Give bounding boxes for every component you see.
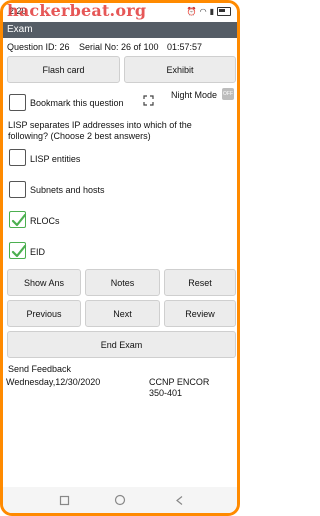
option-label-3: RLOCs [30, 216, 60, 226]
night-mode-toggle[interactable]: OFF [222, 88, 234, 100]
fullscreen-icon[interactable] [143, 93, 154, 111]
end-exam-button[interactable]: End Exam [7, 331, 236, 358]
option-checkbox-3[interactable] [9, 211, 27, 228]
option-checkbox-4[interactable] [9, 242, 27, 259]
question-id: Question ID: 26 [7, 42, 70, 52]
battery-icon [217, 7, 231, 16]
date-text: Wednesday,12/30/2020 [6, 377, 101, 387]
exhibit-button[interactable]: Exhibit [124, 56, 236, 83]
app-title-bar: Exam [3, 22, 237, 38]
next-button[interactable]: Next [85, 300, 160, 327]
question-text: LISP separates IP addresses into which o… [8, 120, 192, 141]
signal-icon: ▮ [209, 7, 214, 16]
option-checkbox-1[interactable] [9, 149, 26, 166]
option-label-2: Subnets and hosts [30, 185, 105, 195]
send-feedback-link[interactable]: Send Feedback [8, 364, 71, 374]
option-label-4: EID [30, 247, 46, 257]
status-icons: ⏰ ◠ ▮ [187, 7, 231, 16]
review-button[interactable]: Review [164, 300, 236, 327]
notes-button[interactable]: Notes [85, 269, 160, 296]
timer: 01:57:57 [167, 42, 203, 52]
phone-frame: 2:20 hackerbeat.org ⏰ ◠ ▮ Exam Question … [0, 0, 240, 516]
exam-name: CCNP ENCOR [149, 377, 210, 387]
bookmark-checkbox[interactable] [9, 94, 26, 111]
flash-card-button[interactable]: Flash card [7, 56, 120, 83]
serial-number: Serial No: 26 of 100 [79, 42, 159, 52]
bookmark-label: Bookmark this question [30, 98, 124, 108]
android-nav-bar [3, 487, 237, 513]
reset-button[interactable]: Reset [164, 269, 236, 296]
recent-apps-icon[interactable] [59, 493, 70, 511]
checkmark-icon [11, 213, 27, 227]
exam-code: 350-401 [149, 388, 183, 398]
option-label-1: LISP entities [30, 154, 81, 164]
wifi-icon: ◠ [199, 7, 207, 16]
watermark-text: hackerbeat.org [7, 1, 147, 20]
night-mode-label: Night Mode [171, 90, 218, 100]
home-icon[interactable] [114, 493, 126, 511]
previous-button[interactable]: Previous [7, 300, 81, 327]
option-checkbox-2[interactable] [9, 181, 26, 198]
checkmark-icon [11, 244, 27, 258]
status-bar: 2:20 hackerbeat.org ⏰ ◠ ▮ [3, 3, 237, 21]
show-answer-button[interactable]: Show Ans [7, 269, 81, 296]
app-title: Exam [7, 24, 33, 35]
alarm-icon: ⏰ [186, 7, 197, 16]
back-icon[interactable] [174, 493, 185, 511]
